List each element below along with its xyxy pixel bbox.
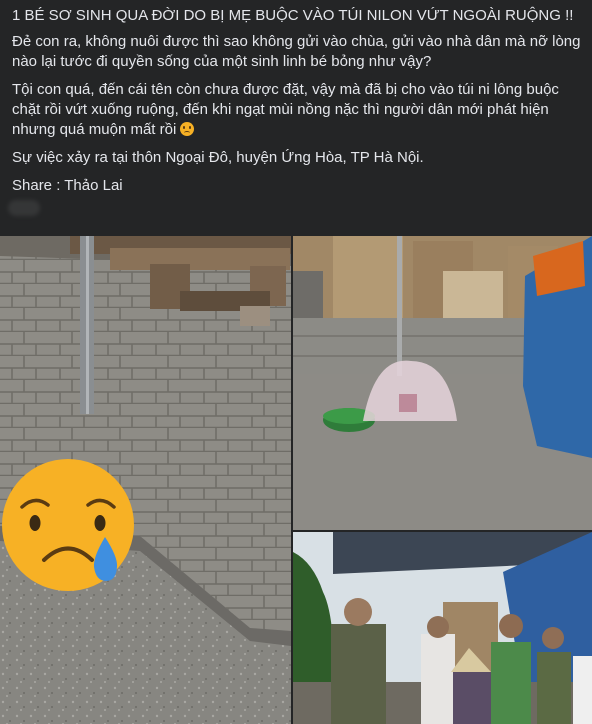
post-text: 1 BÉ SƠ SINH QUA ĐỜI DO BỊ MẸ BUỘC VÀO T…: [12, 6, 582, 204]
photo-bottom-right-scene: [293, 532, 592, 724]
crying-face-icon: [2, 459, 134, 591]
photo-bottom-right[interactable]: [293, 532, 592, 724]
blurred-reaction-chip: [8, 200, 40, 216]
photo-grid: [0, 236, 592, 724]
share-credit: Share : Thảo Lai: [12, 177, 123, 194]
sad-face-icon: [180, 122, 195, 136]
photo-top-right[interactable]: [293, 236, 592, 530]
photo-top-right-scene: [293, 236, 592, 530]
photo-left[interactable]: [0, 236, 291, 724]
post-paragraph-2: Tội con quá, đến cái tên còn chưa được đ…: [12, 80, 582, 140]
post-headline: 1 BÉ SƠ SINH QUA ĐỜI DO BỊ MẸ BUỘC VÀO T…: [12, 7, 574, 24]
post-paragraph-2-text: Tội con quá, đến cái tên còn chưa được đ…: [12, 81, 559, 138]
post-paragraph-3: Sự việc xảy ra tại thôn Ngoại Đô, huyện …: [12, 149, 424, 166]
post-paragraph-1: Đẻ con ra, không nuôi được thì sao không…: [12, 33, 581, 70]
